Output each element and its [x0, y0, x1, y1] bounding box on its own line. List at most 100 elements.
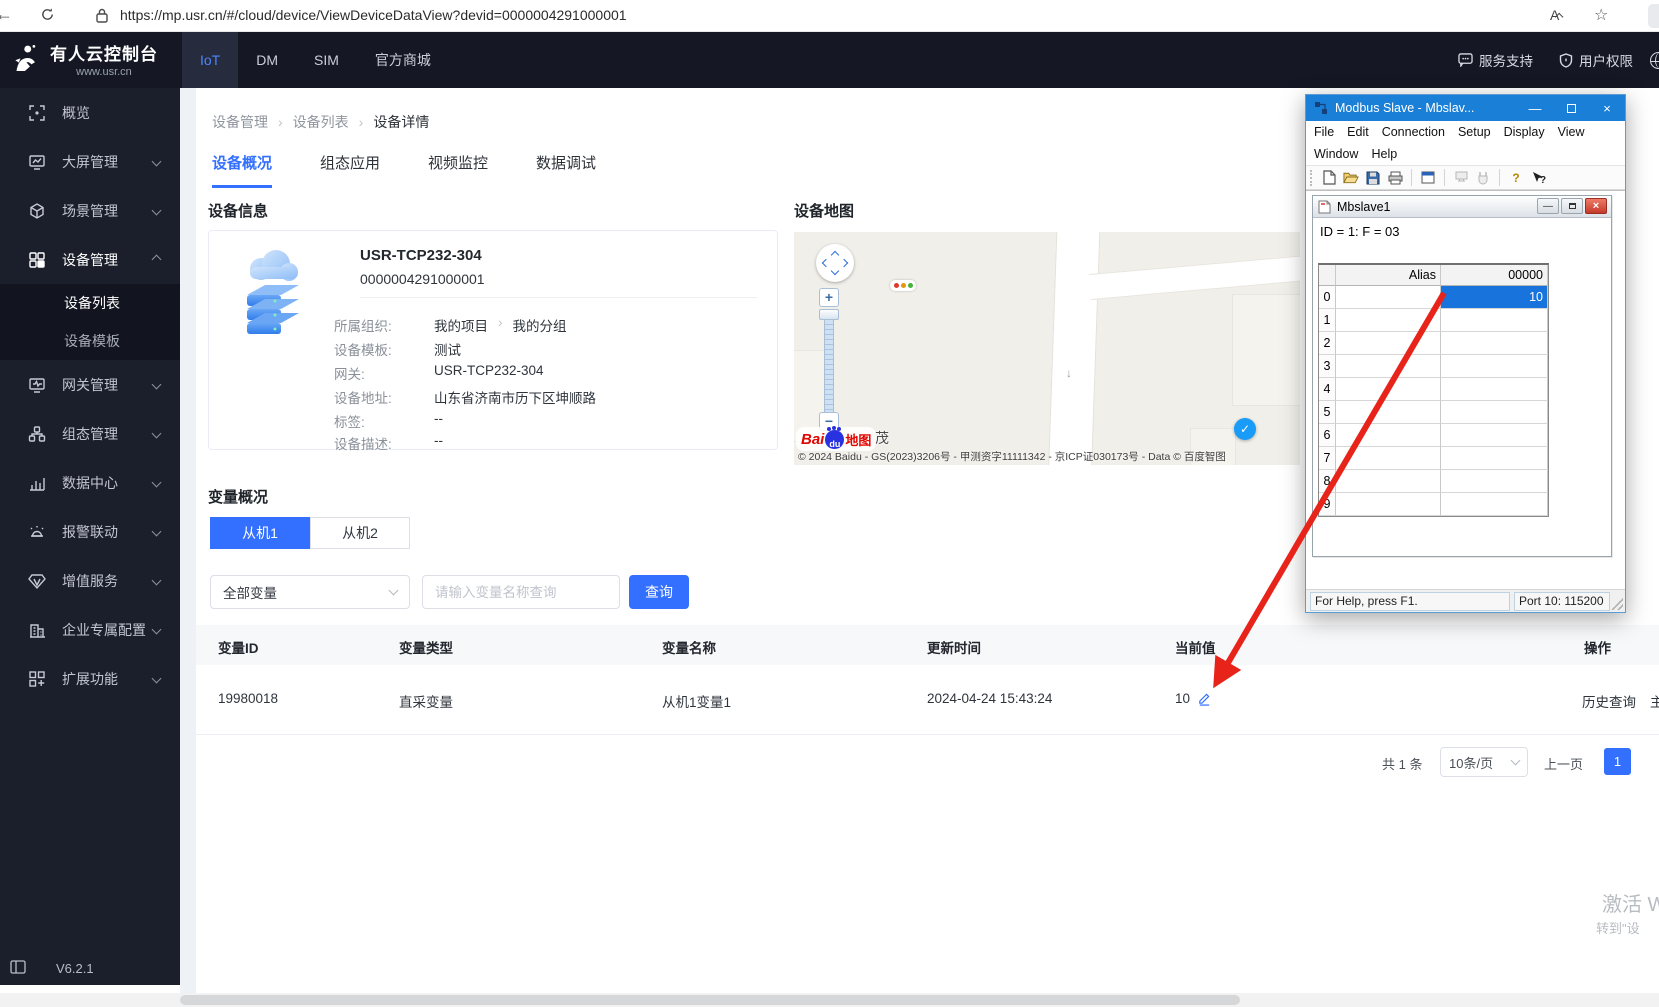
back-icon[interactable]: ← — [0, 4, 13, 25]
new-file-icon[interactable] — [1321, 170, 1337, 186]
map-pan-control[interactable] — [816, 244, 854, 282]
search-button[interactable]: 查询 — [629, 575, 689, 609]
tab-slave-2[interactable]: 从机2 — [310, 517, 410, 549]
grid-row[interactable]: 3 — [1319, 355, 1548, 378]
sidebar-item-data-center[interactable]: 数据中心 — [0, 458, 180, 507]
grid-row[interactable]: 8 — [1319, 470, 1548, 493]
print-icon[interactable] — [1387, 170, 1403, 186]
menu-connection[interactable]: Connection — [1382, 123, 1445, 141]
menu-display[interactable]: Display — [1504, 123, 1545, 141]
sidebar-item-gateways[interactable]: 网关管理 — [0, 360, 180, 409]
sidebar-item-devices[interactable]: 设备管理 — [0, 235, 180, 284]
minimize-button[interactable]: — — [1517, 95, 1553, 121]
brand[interactable]: 有人云控制台 www.usr.cn — [12, 40, 158, 78]
horizontal-scrollbar[interactable] — [0, 993, 1659, 1007]
variable-type-select[interactable]: 全部变量 — [210, 575, 410, 609]
nav-tab-iot[interactable]: IoT — [182, 32, 238, 88]
close-button[interactable]: × — [1589, 95, 1625, 121]
save-icon[interactable] — [1365, 170, 1381, 186]
child-minimize-button[interactable]: — — [1537, 198, 1559, 214]
register-grid[interactable]: Alias 00000 0 10 1 2 — [1318, 263, 1549, 517]
menu-window[interactable]: Window — [1314, 145, 1358, 163]
tab-data-debug[interactable]: 数据调试 — [536, 152, 596, 188]
map-zoom-control[interactable]: + − — [819, 288, 839, 431]
menu-edit[interactable]: Edit — [1347, 123, 1369, 141]
nav-tab-sim[interactable]: SIM — [296, 32, 357, 88]
breadcrumb-device-detail: 设备详情 — [373, 112, 429, 132]
menu-setup[interactable]: Setup — [1458, 123, 1491, 141]
collapse-sidebar-icon[interactable] — [10, 960, 26, 977]
grid-row[interactable]: 1 — [1319, 309, 1548, 332]
selected-register-cell[interactable]: 10 — [1441, 286, 1548, 309]
modbus-titlebar[interactable]: Modbus Slave - Mbslav... — × — [1306, 95, 1625, 121]
street-label: 茂 — [875, 428, 889, 448]
breadcrumb-device-manage[interactable]: 设备管理 — [212, 112, 268, 132]
menu-file[interactable]: File — [1314, 123, 1334, 141]
sidebar-item-device-list[interactable]: 设备列表 — [0, 284, 180, 322]
page-1-button[interactable]: 1 — [1604, 748, 1631, 775]
map-marker-icon[interactable]: ✓ — [1234, 418, 1256, 440]
grid-row[interactable]: 2 — [1319, 332, 1548, 355]
device-map[interactable]: ↓ ✓ + − 茂 Bai du 地图 © 2024 Baidu - GS(20… — [794, 232, 1300, 465]
sidebar-item-value-added[interactable]: 增值服务 — [0, 556, 180, 605]
mbslave1-child-window[interactable]: Mbslave1 — × ID = 1: F = 03 Alias 00000 — [1312, 195, 1612, 557]
page-size-select[interactable]: 10条/页 — [1440, 747, 1528, 777]
tab-slave-1[interactable]: 从机1 — [210, 517, 310, 549]
about-help-icon[interactable]: ? — [1508, 170, 1524, 186]
tab-video-monitor[interactable]: 视频监控 — [428, 152, 488, 188]
favorite-star-icon[interactable]: ☆ — [1594, 5, 1608, 25]
sidebar-item-device-template[interactable]: 设备模板 — [0, 322, 180, 360]
poll-definition-icon[interactable] — [1453, 170, 1469, 186]
variable-search-input[interactable] — [422, 575, 620, 609]
child-restore-button[interactable] — [1561, 198, 1583, 214]
globe-icon[interactable] — [1650, 52, 1659, 69]
org-group[interactable]: 我的分组 — [513, 315, 567, 335]
prev-page-button[interactable]: 上一页 — [1544, 754, 1583, 773]
permission-link[interactable]: 用户权限 — [1559, 50, 1633, 70]
map-road — [1047, 232, 1100, 465]
url-field[interactable]: https://mp.usr.cn/#/cloud/device/ViewDev… — [120, 7, 627, 23]
history-query-link[interactable]: 历史查询 — [1582, 691, 1636, 711]
sidebar-item-configuration[interactable]: 组态管理 — [0, 409, 180, 458]
menu-view[interactable]: View — [1558, 123, 1585, 141]
breadcrumb-device-list[interactable]: 设备列表 — [293, 112, 349, 132]
scrollbar-thumb[interactable] — [180, 995, 1240, 1005]
cutoff-action-link[interactable]: 主 — [1650, 691, 1659, 711]
grid-row[interactable]: 4 — [1319, 378, 1548, 401]
nav-tab-mall[interactable]: 官方商城 — [357, 32, 449, 88]
tab-scada-app[interactable]: 组态应用 — [320, 152, 380, 188]
refresh-icon[interactable] — [40, 7, 55, 27]
zoom-slider-track[interactable] — [824, 320, 834, 412]
modbus-slave-window[interactable]: Modbus Slave - Mbslav... — × File Edit C… — [1305, 94, 1626, 613]
grid-row[interactable]: 0 10 — [1319, 286, 1548, 309]
connection-icon[interactable] — [1475, 170, 1491, 186]
sidebar-item-enterprise-config[interactable]: 企业专属配置 — [0, 605, 180, 654]
zoom-slider-handle[interactable] — [819, 309, 839, 320]
tab-device-overview[interactable]: 设备概况 — [212, 152, 272, 188]
display-window-icon[interactable] — [1420, 170, 1436, 186]
maximize-button[interactable] — [1553, 95, 1589, 121]
child-close-button[interactable]: × — [1585, 198, 1607, 214]
grid-row[interactable]: 6 — [1319, 424, 1548, 447]
support-link[interactable]: 服务支持 — [1458, 50, 1533, 70]
org-project[interactable]: 我的项目 — [434, 315, 488, 335]
grid-row[interactable]: 9 — [1319, 493, 1548, 516]
pencil-edit-icon[interactable] — [1197, 691, 1212, 706]
lock-icon[interactable] — [96, 8, 108, 28]
device-id: 0000004291000001 — [360, 271, 485, 287]
grid-row[interactable]: 7 — [1319, 447, 1548, 470]
context-help-icon[interactable]: ? — [1530, 170, 1546, 186]
sidebar-item-extensions[interactable]: 扩展功能 — [0, 654, 180, 703]
read-aloud-icon[interactable]: A — [1550, 7, 1565, 23]
resize-grip[interactable] — [1611, 598, 1623, 610]
menu-help[interactable]: Help — [1371, 145, 1397, 163]
sidebar-item-scenes[interactable]: 场景管理 — [0, 186, 180, 235]
nav-tab-dm[interactable]: DM — [238, 32, 296, 88]
sidebar-item-overview[interactable]: 概览 — [0, 88, 180, 137]
zoom-in-button[interactable]: + — [819, 288, 839, 307]
grid-row[interactable]: 5 — [1319, 401, 1548, 424]
open-file-icon[interactable] — [1343, 170, 1359, 186]
child-titlebar[interactable]: Mbslave1 — × — [1313, 196, 1611, 218]
sidebar-item-screens[interactable]: 大屏管理 — [0, 137, 180, 186]
sidebar-item-alarms[interactable]: 报警联动 — [0, 507, 180, 556]
